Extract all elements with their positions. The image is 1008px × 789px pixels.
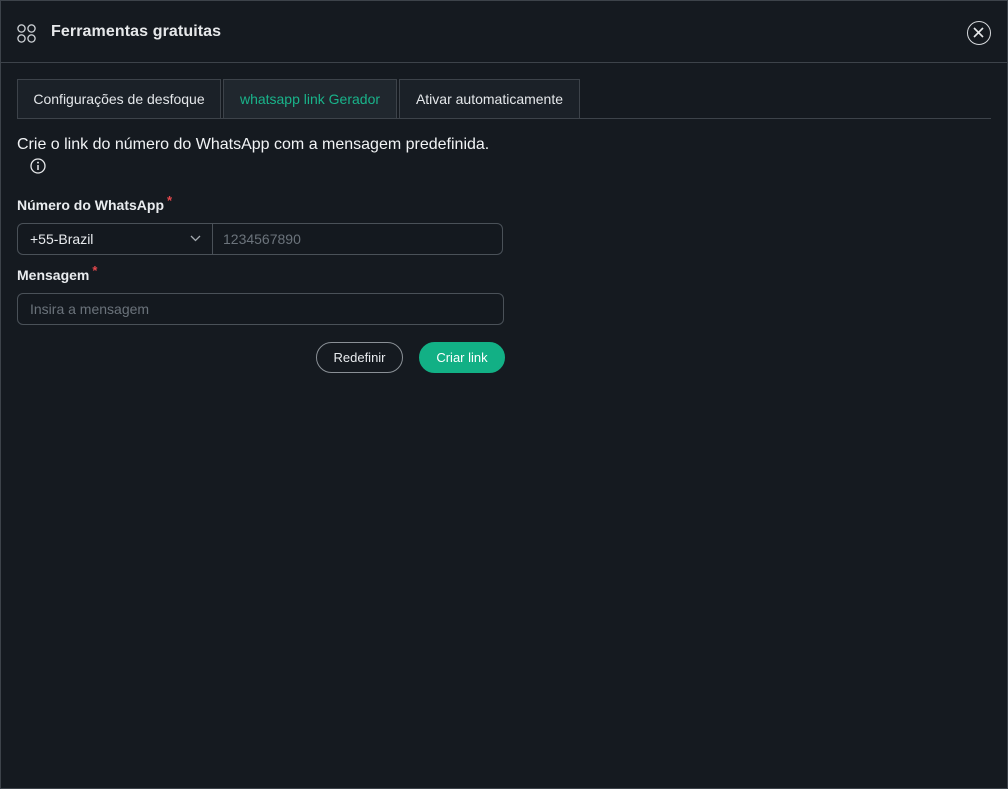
phone-number-input[interactable] (213, 224, 501, 254)
close-icon (973, 27, 984, 38)
phone-label-text: Número do WhatsApp (17, 197, 164, 213)
country-code-value: +55-Brazil (30, 231, 94, 247)
close-button[interactable] (967, 21, 991, 45)
description-text: Crie o link do número do WhatsApp com a … (17, 136, 490, 153)
required-mark: * (167, 193, 173, 208)
info-icon[interactable] (30, 158, 46, 174)
phone-input-group: +55-Brazil (17, 223, 503, 255)
apps-grid-icon (17, 24, 37, 44)
phone-label: Número do WhatsApp * (17, 193, 172, 213)
free-tools-dialog: Ferramentas gratuitas Configurações de d… (0, 0, 1008, 789)
dialog-header: Ferramentas gratuitas (1, 1, 1007, 63)
chevron-down-icon (190, 235, 201, 242)
create-link-button[interactable]: Criar link (419, 342, 505, 373)
tab-blur-settings[interactable]: Configurações de desfoque (17, 79, 221, 118)
message-label-text: Mensagem (17, 267, 90, 283)
message-input[interactable] (17, 293, 504, 325)
required-mark: * (92, 263, 98, 278)
dialog-title: Ferramentas gratuitas (51, 23, 222, 40)
country-code-select[interactable]: +55-Brazil (18, 224, 213, 254)
tab-auto-activate[interactable]: Ativar automaticamente (399, 79, 580, 118)
tab-bar: Configurações de desfoque whatsapp link … (17, 79, 991, 119)
message-label: Mensagem * (17, 263, 97, 283)
reset-button[interactable]: Redefinir (316, 342, 403, 373)
tab-whatsapp-link-generator[interactable]: whatsapp link Gerador (223, 79, 397, 118)
